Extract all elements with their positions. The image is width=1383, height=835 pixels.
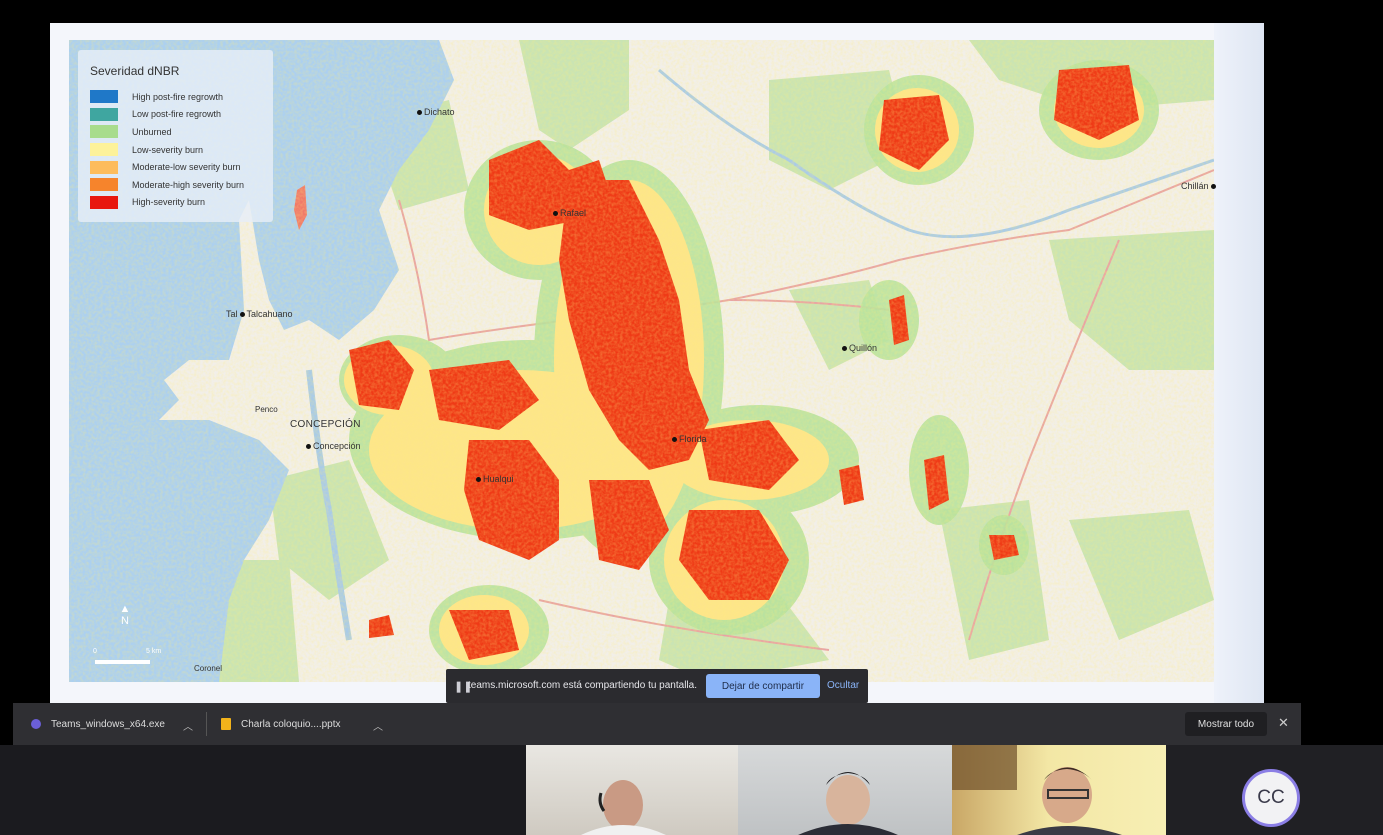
city-concepcion-big: CONCEPCIÓN xyxy=(290,419,361,430)
avatar[interactable]: CC xyxy=(1242,769,1300,827)
north-arrow-icon: ▲ N xyxy=(119,603,131,627)
stop-sharing-button[interactable]: Dejar de compartir xyxy=(706,674,820,698)
download-item-teams[interactable]: Teams_windows_x64.exe xyxy=(31,703,165,745)
divider xyxy=(206,712,207,736)
legend-label: Moderate-low severity burn xyxy=(132,162,241,173)
participant-figure-icon xyxy=(798,772,898,835)
city-dot-icon xyxy=(306,444,311,450)
city-dot-icon xyxy=(842,346,847,352)
map-legend: Severidad dNBR High post-fire regrowth Lo… xyxy=(78,50,273,222)
legend-title: Severidad dNBR xyxy=(90,64,180,78)
legend-label: High-severity burn xyxy=(132,197,206,208)
legend-item: Moderate-high severity burn xyxy=(90,176,244,194)
city-florida: Florida xyxy=(672,434,707,444)
city-dot-icon xyxy=(417,110,422,116)
legend-swatch xyxy=(90,90,118,104)
legend-item: Unburned xyxy=(90,123,244,141)
hide-button[interactable]: Ocultar xyxy=(827,680,859,691)
show-all-button[interactable]: Mostrar todo xyxy=(1185,712,1267,736)
chevron-up-icon[interactable]: ︿ xyxy=(373,718,383,733)
city-dot-icon xyxy=(553,211,558,217)
share-message: teams.microsoft.com está compartiendo tu… xyxy=(468,680,697,691)
city-penco: Penco xyxy=(255,405,278,414)
downloads-bar: Teams_windows_x64.exe ︿ Charla coloquio.… xyxy=(13,703,1301,745)
legend-label: Moderate-high severity burn xyxy=(132,179,245,190)
city-hualqui: Hualqui xyxy=(476,474,514,484)
participant-video-3[interactable] xyxy=(952,745,1166,835)
scale-end: 5 km xyxy=(146,648,162,655)
legend-item: High-severity burn xyxy=(90,194,244,212)
city-dot-icon xyxy=(239,312,245,318)
participant-figure-icon xyxy=(581,780,666,835)
teams-installer-icon xyxy=(31,719,41,729)
screen-share-bar: ❚❚ teams.microsoft.com está compartiendo… xyxy=(446,669,868,703)
download-item-pptx[interactable]: Charla coloquio....pptx xyxy=(221,703,341,745)
download-name: Teams_windows_x64.exe xyxy=(51,718,165,730)
legend-item: Low post-fire regrowth xyxy=(90,106,244,124)
legend-swatch xyxy=(90,143,118,157)
legend-swatch xyxy=(90,178,118,192)
scale-start: 0 xyxy=(93,648,97,655)
city-dichato: Dichato xyxy=(417,107,455,117)
legend-label: Unburned xyxy=(132,126,172,137)
legend-item: Low-severity burn xyxy=(90,141,244,159)
city-dot-icon xyxy=(476,477,481,483)
city-dot-icon xyxy=(1210,184,1216,190)
city-chillan: Chillán xyxy=(1181,181,1218,191)
city-quillon: Quillón xyxy=(842,343,877,353)
download-name: Charla coloquio....pptx xyxy=(241,718,341,730)
participant-video-2[interactable] xyxy=(738,745,952,835)
close-icon[interactable]: ✕ xyxy=(1278,715,1289,731)
city-rafael: Rafael xyxy=(553,208,586,218)
file-icon xyxy=(221,718,231,730)
legend-items: High post-fire regrowth Low post-fire reg… xyxy=(90,88,244,211)
legend-item: High post-fire regrowth xyxy=(90,88,244,106)
city-talcahuano: Tal Talcahuano xyxy=(226,309,293,319)
legend-swatch xyxy=(90,125,118,139)
north-label: N xyxy=(121,615,129,627)
legend-label: High post-fire regrowth xyxy=(132,91,224,102)
participant-video-1[interactable] xyxy=(526,745,738,835)
participant-figure-icon xyxy=(952,745,1122,835)
slide-edge xyxy=(1214,23,1264,703)
legend-swatch xyxy=(90,160,118,174)
legend-label: Low-severity burn xyxy=(132,144,204,155)
legend-swatch xyxy=(90,195,118,209)
legend-label: Low post-fire regrowth xyxy=(132,109,222,120)
legend-swatch xyxy=(90,107,118,121)
legend-item: Moderate-low severity burn xyxy=(90,158,244,176)
city-concepcion: Concepción xyxy=(306,441,361,451)
city-coronel: Coronel xyxy=(194,664,223,673)
city-dot-icon xyxy=(672,437,677,443)
scale-bar xyxy=(95,660,150,664)
chevron-up-icon[interactable]: ︿ xyxy=(183,718,193,733)
